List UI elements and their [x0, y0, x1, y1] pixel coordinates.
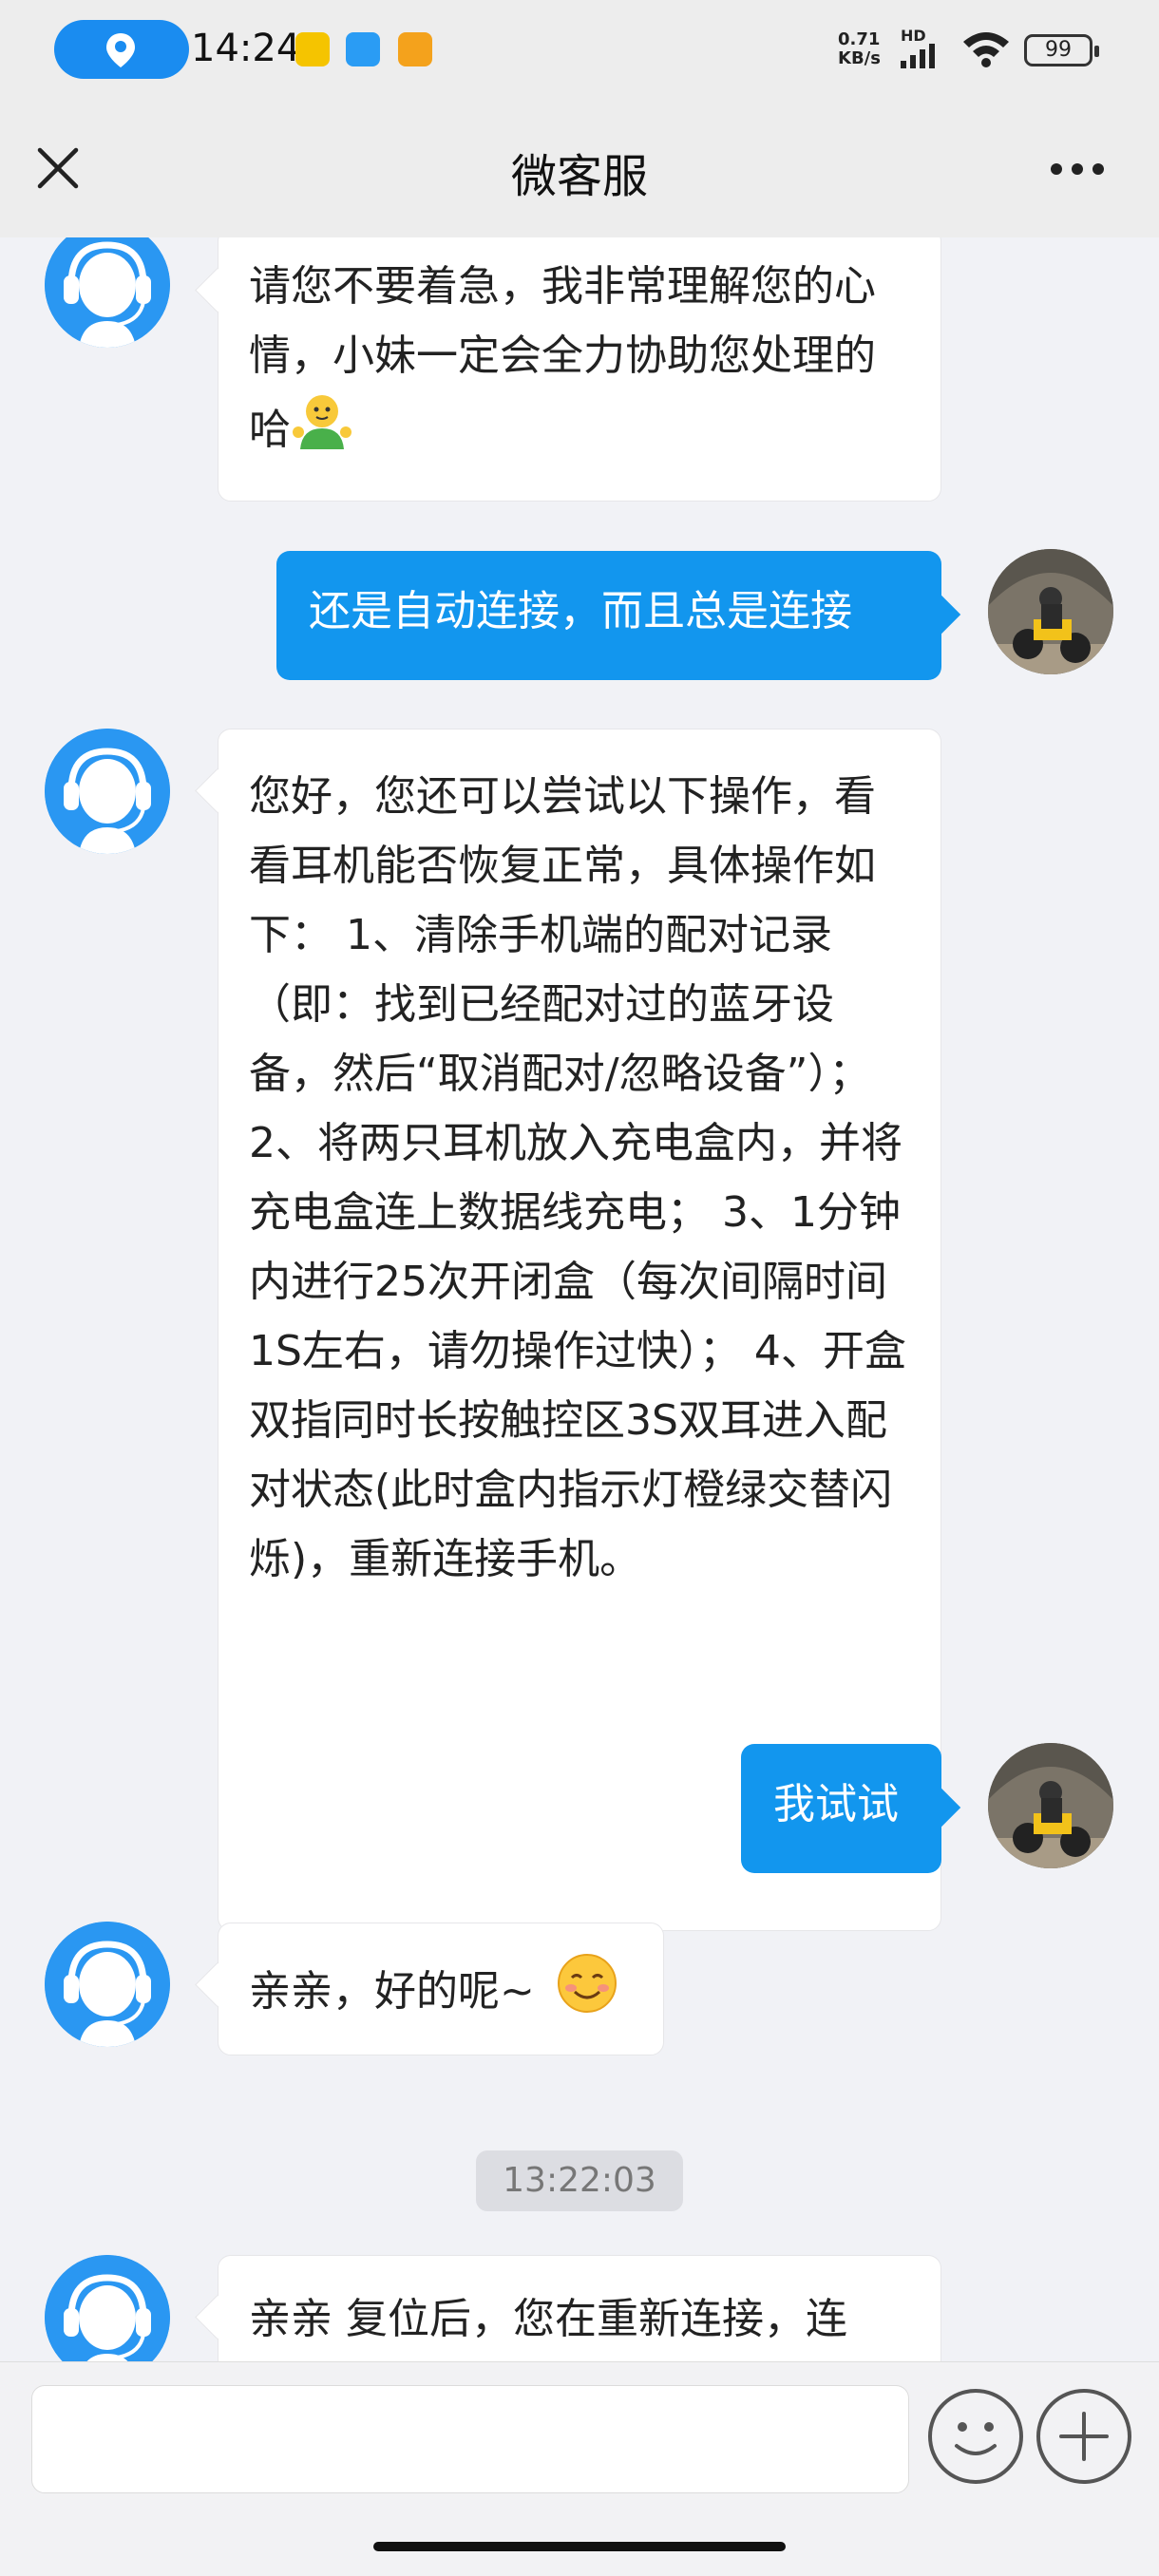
message-text: 亲亲 复位后，您在重新连接，连 — [249, 2295, 847, 2343]
network-speed: 0.71 KB/s — [838, 30, 881, 68]
smiling-person-emoji — [291, 390, 353, 474]
location-icon — [106, 33, 135, 67]
more-options-icon[interactable] — [1049, 161, 1106, 177]
agent-avatar[interactable] — [45, 1922, 170, 2047]
agent-avatar-icon — [45, 1922, 170, 2047]
agent-avatar[interactable] — [45, 237, 170, 348]
agent-avatar-icon — [45, 729, 170, 854]
message-text: 您好，您还可以尝试以下操作，看看耳机能否恢复正常，具体操作如下： 1、清除手机端… — [249, 772, 906, 1583]
network-speed-unit: KB/s — [838, 48, 881, 68]
agent-message-bubble[interactable]: 亲亲，好的呢~ — [218, 1923, 664, 2055]
chat-message-list[interactable]: 请您不要着急，我非常理解您的心情，小妹一定会全力协助您处理的哈 还是自动连接，而… — [0, 237, 1159, 2361]
home-indicator[interactable] — [373, 2542, 786, 2551]
battery-indicator: 99 — [1024, 34, 1099, 66]
chat-header: 微客服 — [0, 103, 1159, 237]
user-avatar[interactable] — [988, 549, 1113, 674]
smile-icon — [955, 2422, 997, 2455]
mail-app-icon — [398, 32, 432, 66]
message-input[interactable] — [31, 2385, 909, 2493]
plus-icon — [1059, 2412, 1109, 2461]
user-avatar-image — [988, 1743, 1113, 1868]
agent-avatar-icon — [45, 2255, 170, 2361]
cloud-app-icon — [346, 32, 380, 66]
agent-avatar-icon — [45, 237, 170, 348]
more-actions-button[interactable] — [1036, 2389, 1131, 2484]
network-speed-value: 0.71 — [838, 29, 881, 49]
signal-icon — [901, 44, 935, 68]
agent-message-bubble[interactable]: 请您不要着急，我非常理解您的心情，小妹一定会全力协助您处理的哈 — [218, 237, 941, 502]
notification-app-icon — [295, 32, 330, 66]
message-text: 还是自动连接，而且总是连接 — [309, 587, 852, 635]
agent-avatar[interactable] — [45, 729, 170, 854]
blushing-smile-emoji — [556, 1952, 618, 2036]
agent-avatar[interactable] — [45, 2255, 170, 2361]
message-text: 亲亲，好的呢~ — [249, 1967, 535, 2016]
user-message-bubble[interactable]: 还是自动连接，而且总是连接 — [276, 551, 941, 680]
user-message-bubble[interactable]: 我试试 — [741, 1744, 941, 1873]
user-avatar-image — [988, 549, 1113, 674]
message-text: 我试试 — [773, 1780, 899, 1828]
user-avatar[interactable] — [988, 1743, 1113, 1868]
emoji-button[interactable] — [928, 2389, 1023, 2484]
agent-message-bubble[interactable]: 亲亲 复位后，您在重新连接，连 — [218, 2255, 941, 2361]
message-timestamp: 13:22:03 — [476, 2150, 683, 2211]
page-title: 微客服 — [510, 150, 648, 203]
status-time: 14:24 — [191, 27, 301, 70]
location-indicator — [54, 20, 189, 79]
wifi-icon — [963, 32, 1009, 67]
status-bar: 14:24 0.71 KB/s HD 99 — [0, 0, 1159, 103]
